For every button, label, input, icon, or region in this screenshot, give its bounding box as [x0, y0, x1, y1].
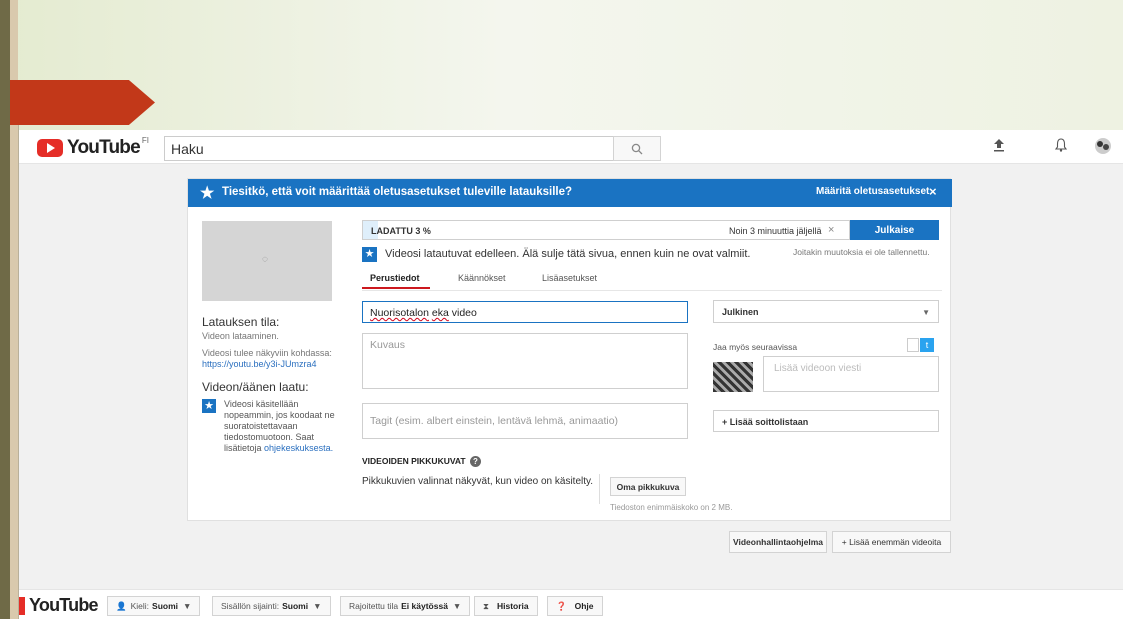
youtube-play-icon [37, 139, 63, 157]
twitter-icon[interactable]: t [920, 338, 934, 352]
tab-basic-info[interactable]: Perustiedot [370, 273, 420, 283]
footer-logo-text: YouTube [29, 595, 99, 615]
star-icon: ★ [202, 399, 216, 413]
loading-spinner-icon: ◌ [262, 254, 268, 265]
upload-icon[interactable] [993, 138, 1005, 156]
banner-text: Tiesitkö, että voit määrittää oletusaset… [222, 186, 573, 198]
share-checkbox[interactable] [907, 338, 919, 352]
custom-thumbnail-button[interactable]: Oma pikkukuva [610, 477, 686, 496]
history-button[interactable]: ⧗ Historia [474, 596, 538, 616]
tip-banner: ★ Tiesitkö, että voit määrittää oletusas… [188, 179, 952, 207]
location-value: Suomi [282, 601, 309, 611]
chevron-down-icon: ▼ [922, 308, 930, 317]
youtube-footer: YouTube 👤 Kieli: Suomi ▼ Sisällön sijain… [19, 589, 1123, 619]
progress-label: LADATTU 3 % [371, 226, 431, 236]
share-message-input[interactable]: Lisää videoon viesti [763, 356, 939, 392]
language-button[interactable]: 👤 Kieli: Suomi ▼ [107, 596, 201, 616]
active-tab-indicator [362, 287, 430, 289]
history-label: Historia [496, 601, 529, 611]
upload-status-line: Videon lataaminen. [202, 331, 279, 341]
quality-note: Videosi käsitellään nopeammin, jos kooda… [224, 399, 342, 454]
hourglass-icon: ⧗ [483, 600, 489, 611]
upload-status-heading: Latauksen tila: [202, 315, 280, 329]
upload-progress-bar: LADATTU 3 % Noin 3 minuuttia jäljellä × [362, 220, 850, 240]
file-size-note: Tiedoston enimmäiskoko on 2 MB. [610, 503, 733, 512]
chevron-down-icon: ▼ [313, 601, 322, 611]
youtube-play-icon [19, 596, 25, 615]
bell-icon[interactable] [1054, 138, 1068, 156]
channel-avatar [713, 362, 753, 392]
slide-left-bar [0, 0, 10, 619]
star-icon: ★ [200, 185, 215, 202]
privacy-select[interactable]: Julkinen ▼ [713, 300, 939, 323]
upload-card: ★ Tiesitkö, että voit määrittää oletusas… [187, 178, 952, 521]
footer-logo[interactable]: YouTube [19, 595, 99, 616]
quality-heading: Videon/äänen laatu: [202, 380, 309, 394]
upload-status-panel: Latauksen tila: Videon lataaminen. Video… [202, 315, 352, 454]
add-to-playlist-button[interactable]: + Lisää soittolistaan [713, 410, 939, 432]
language-value: Suomi [152, 601, 179, 611]
youtube-logo[interactable]: YouTube FI [37, 135, 149, 159]
thumbnails-divider [599, 474, 600, 504]
add-more-videos-button[interactable]: + Lisää enemmän videoita [832, 531, 951, 553]
logo-text: YouTube [67, 137, 141, 158]
thumbnails-heading-text: VIDEOIDEN PIKKUKUVAT [362, 456, 466, 466]
title-input[interactable]: Nuorisotalon eka video [362, 301, 688, 323]
tabs-divider [362, 290, 942, 291]
search-input[interactable]: Haku [164, 136, 614, 161]
search-icon [631, 143, 643, 154]
restricted-value: Ei käytössä [401, 601, 448, 611]
video-url-label: Videosi tulee näkyviin kohdassa: [202, 348, 332, 358]
help-icon: ❓ [556, 600, 567, 611]
slide-background [0, 0, 1123, 130]
slide-red-arrow [10, 80, 155, 125]
youtube-screenshot: YouTube FI Haku ★ Tiesitkö, että voit mä… [19, 130, 1123, 619]
tab-translations[interactable]: Käännökset [458, 273, 506, 283]
publish-button[interactable]: Julkaise [850, 220, 939, 240]
location-label: Sisällön sijainti: [221, 601, 280, 611]
close-icon[interactable]: × [929, 184, 937, 199]
thumbnails-heading: VIDEOIDEN PIKKUKUVAT ? [362, 456, 481, 467]
tab-advanced[interactable]: Lisäasetukset [542, 273, 597, 283]
unsaved-changes-note: Joitakin muutoksia ei ole tallennettu. [793, 247, 930, 257]
help-button[interactable]: ❓ Ohje [547, 596, 603, 616]
title-word: eka [431, 307, 449, 319]
language-label: Kieli: [130, 601, 150, 611]
search-button[interactable] [613, 136, 661, 161]
details-tabs: Perustiedot Käännökset Lisäasetukset [362, 269, 662, 291]
upload-notice: Videosi latautuvat edelleen. Älä sulje t… [385, 248, 751, 260]
video-manager-button[interactable]: Videonhallintaohjelma [729, 531, 827, 553]
help-label: Ohje [574, 601, 594, 611]
time-remaining: Noin 3 minuuttia jäljellä [729, 226, 822, 236]
avatar-icon[interactable] [1093, 137, 1113, 159]
set-defaults-button[interactable]: Määritä oletusasetukset [816, 186, 929, 197]
privacy-value: Julkinen [722, 307, 759, 317]
help-center-link[interactable]: ohjekeskuksesta. [264, 443, 333, 453]
share-label: Jaa myös seuraavissa [713, 342, 798, 352]
video-url-link[interactable]: https://youtu.be/y3i-JUmzra4 [202, 359, 317, 369]
video-thumbnail: ◌ [202, 221, 332, 301]
chevron-down-icon: ▼ [452, 601, 462, 611]
star-icon: ★ [362, 247, 377, 262]
cancel-upload-icon[interactable]: × [828, 224, 834, 236]
title-word: video [451, 307, 477, 319]
youtube-topbar: YouTube FI Haku [19, 130, 1123, 164]
restricted-mode-button[interactable]: Rajoitettu tila Ei käytössä ▼ [340, 596, 471, 616]
title-word: Nuorisotalon [370, 307, 429, 319]
logo-region: FI [141, 135, 149, 145]
location-button[interactable]: Sisällön sijainti: Suomi ▼ [212, 596, 331, 616]
help-icon[interactable]: ? [469, 456, 481, 467]
language-icon: 👤 [116, 600, 127, 611]
description-input[interactable]: Kuvaus [362, 333, 688, 389]
thumbnails-info: Pikkukuvien valinnat näkyvät, kun video … [362, 476, 594, 487]
tags-input[interactable]: Tagit (esim. albert einstein, lentävä le… [362, 403, 688, 439]
playlist-label: + Lisää soittolistaan [722, 417, 809, 427]
chevron-down-icon: ▼ [183, 601, 192, 611]
restricted-label: Rajoitettu tila [349, 601, 399, 611]
